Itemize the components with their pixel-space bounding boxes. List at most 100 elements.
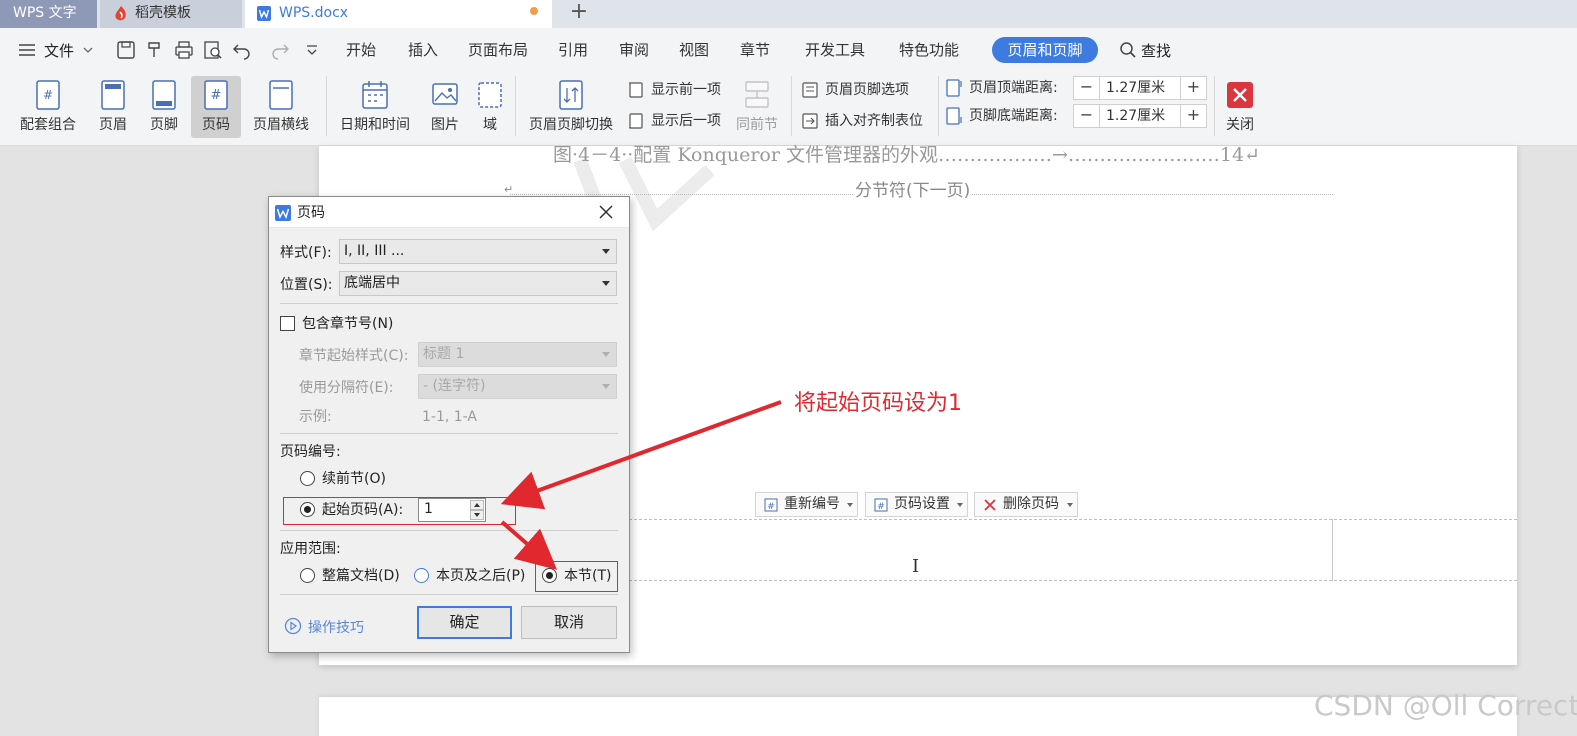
header-line-button[interactable]: 页眉横线 <box>244 76 318 138</box>
continue-radio[interactable] <box>300 471 315 486</box>
style-select[interactable]: I, II, III ... <box>339 239 617 264</box>
separator-select[interactable]: - (连字符) <box>418 374 617 399</box>
dropdown-arrow-icon <box>602 281 610 286</box>
menu-developer[interactable]: 开发工具 <box>805 40 865 60</box>
picture-icon <box>431 80 459 110</box>
header-footer-options-button[interactable]: 页眉页脚选项 <box>801 78 926 102</box>
close-header-footer-button[interactable]: 关闭 <box>1220 76 1260 138</box>
increase-icon[interactable]: + <box>1180 77 1206 99</box>
decrease-icon[interactable]: − <box>1074 77 1100 99</box>
header-button[interactable]: 页眉 <box>90 76 136 138</box>
scope-whole-radio[interactable] <box>300 568 315 583</box>
menu-header-footer[interactable]: 页眉和页脚 <box>992 37 1098 63</box>
file-menu[interactable]: 文件 <box>18 40 98 60</box>
print-icon[interactable] <box>174 40 194 60</box>
same-as-previous-button[interactable]: 同前节 <box>732 76 782 138</box>
format-painter-icon[interactable] <box>145 40 165 60</box>
header-top-distance-value[interactable]: 1.27厘米 <box>1106 77 1165 99</box>
footer-button[interactable]: 页脚 <box>141 76 187 138</box>
divider <box>280 303 618 304</box>
undo-icon[interactable] <box>232 40 252 60</box>
continue-label[interactable]: 续前节(O) <box>322 470 386 488</box>
field-icon <box>476 80 504 110</box>
footer-bottom-distance-value[interactable]: 1.27厘米 <box>1106 105 1165 127</box>
menu-review[interactable]: 审阅 <box>619 40 649 60</box>
header-top-distance-stepper[interactable]: − 1.27厘米 + <box>1073 76 1207 100</box>
redo-icon[interactable] <box>270 40 290 60</box>
style-label: 样式(F): <box>280 245 332 261</box>
header-line-icon <box>267 80 295 110</box>
switch-header-footer-button[interactable]: 页眉页脚切换 <box>524 76 618 138</box>
new-tab-plus-icon[interactable]: + <box>562 0 596 28</box>
tab-daoke-templates[interactable]: 稻壳模板 <box>100 0 242 28</box>
chapter-style-select[interactable]: 标题 1 <box>418 342 617 367</box>
include-chapter-checkbox[interactable] <box>280 316 295 331</box>
show-next-icon <box>627 112 645 130</box>
picture-label: 图片 <box>431 117 459 133</box>
position-select[interactable]: 底端居中 <box>339 271 617 296</box>
save-icon[interactable] <box>116 40 136 60</box>
customize-toolbar-icon[interactable] <box>302 40 322 60</box>
show-next-button[interactable]: 显示后一项 <box>627 109 727 133</box>
insert-tab-stop-label: 插入对齐制表位 <box>825 113 923 129</box>
close-label: 关闭 <box>1226 117 1254 133</box>
footer-bottom-distance-stepper[interactable]: − 1.27厘米 + <box>1073 104 1207 128</box>
close-icon[interactable] <box>598 204 614 220</box>
section-scope-highlight-box <box>535 561 618 592</box>
footer-edit-area[interactable] <box>624 519 1517 581</box>
delete-page-number-button[interactable]: 删除页码 <box>974 492 1078 517</box>
page-number-button[interactable]: # 页码 <box>191 76 241 138</box>
menu-insert[interactable]: 插入 <box>408 40 438 60</box>
scope-after-radio[interactable] <box>414 568 429 583</box>
cancel-button[interactable]: 取消 <box>521 606 617 639</box>
tips-link[interactable]: 操作技巧 <box>284 616 374 636</box>
tab-wps-writer[interactable]: WPS 文字 <box>0 0 97 28</box>
header-page-icon <box>99 80 127 110</box>
dropdown-arrow-icon <box>602 352 610 357</box>
example-label: 示例: <box>299 409 332 425</box>
page-number-settings-button[interactable]: # 页码设置 <box>865 492 968 517</box>
header-line-label: 页眉横线 <box>253 117 309 133</box>
menu-references[interactable]: 引用 <box>558 40 588 60</box>
ok-button[interactable]: 确定 <box>417 606 512 639</box>
tab-label: 稻壳模板 <box>135 5 191 21</box>
scope-after-label[interactable]: 本页及之后(P) <box>436 567 525 585</box>
scope-whole-label[interactable]: 整篇文档(D) <box>322 567 400 585</box>
decrease-icon[interactable]: − <box>1074 105 1100 127</box>
search-icon <box>1119 41 1137 59</box>
renumber-button[interactable]: # 重新编号 <box>755 492 858 517</box>
play-circle-icon <box>284 617 302 635</box>
field-label: 域 <box>483 117 497 133</box>
menu-page-layout[interactable]: 页面布局 <box>468 40 528 60</box>
menu-special[interactable]: 特色功能 <box>899 40 959 60</box>
include-chapter-label[interactable]: 包含章节号(N) <box>302 315 393 333</box>
print-preview-icon[interactable] <box>203 40 223 60</box>
date-time-button[interactable]: 日期和时间 <box>336 76 414 138</box>
combo-button[interactable]: # 配套组合 <box>10 76 86 138</box>
field-button[interactable]: 域 <box>474 76 506 138</box>
separator-value: - (连字符) <box>423 378 486 394</box>
insert-tab-stop-icon <box>801 112 819 130</box>
insert-tab-stop-button[interactable]: 插入对齐制表位 <box>801 109 936 133</box>
close-icon <box>1226 80 1254 110</box>
scope-header: 应用范围: <box>280 541 341 557</box>
renumber-icon: # <box>764 498 778 512</box>
ribbon-separator <box>938 76 939 136</box>
svg-text:#: # <box>211 88 222 103</box>
style-value: I, II, III ... <box>344 243 405 259</box>
increase-icon[interactable]: + <box>1180 105 1206 127</box>
show-previous-button[interactable]: 显示前一项 <box>627 78 727 102</box>
menu-view[interactable]: 视图 <box>679 40 709 60</box>
date-time-label: 日期和时间 <box>340 117 410 133</box>
switch-header-footer-icon <box>557 80 585 110</box>
menu-home[interactable]: 开始 <box>346 40 376 60</box>
page-number-icon: # <box>202 80 230 110</box>
show-previous-label: 显示前一项 <box>651 82 721 98</box>
search-button[interactable]: 查找 <box>1119 40 1179 60</box>
tab-document[interactable]: WPS.docx <box>245 0 552 28</box>
paragraph-mark: ↵ <box>504 183 514 196</box>
header-footer-options-label: 页眉页脚选项 <box>825 82 909 98</box>
picture-button[interactable]: 图片 <box>421 76 469 138</box>
menu-chapter[interactable]: 章节 <box>740 40 770 60</box>
tab-bar: WPS 文字 稻壳模板 WPS.docx + <box>0 0 1577 28</box>
